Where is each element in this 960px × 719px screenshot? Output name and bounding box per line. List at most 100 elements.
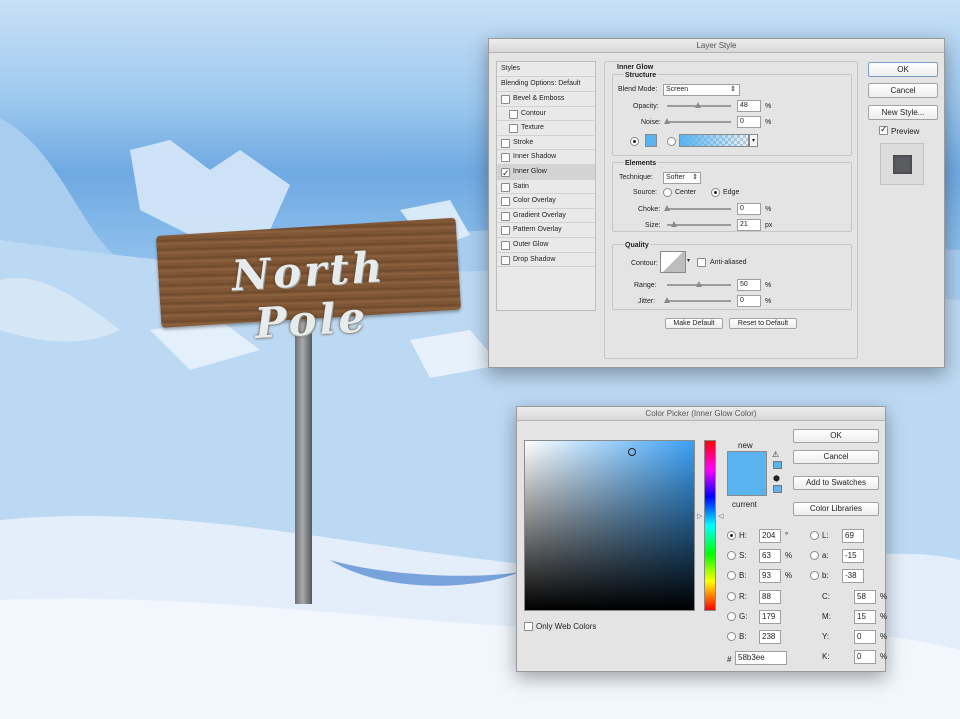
cmyk-c-field[interactable]: 58 (854, 590, 876, 604)
noise-field[interactable]: 0 (737, 116, 761, 128)
color-selector-ring[interactable] (628, 448, 636, 456)
rgb-g-radio[interactable] (727, 612, 736, 621)
rgb-b-radio[interactable] (727, 632, 736, 641)
gamut-swatch[interactable] (773, 461, 782, 469)
ok-button[interactable]: OK (868, 62, 938, 77)
lab-a-field[interactable]: -15 (842, 549, 864, 563)
glow-gradient-swatch[interactable] (679, 134, 749, 147)
gradient-radio[interactable] (667, 137, 676, 146)
preview-checkbox[interactable] (879, 124, 888, 135)
choke-field[interactable]: 0 (737, 203, 761, 215)
hue-slider-right-arrow-icon[interactable]: ◁ (718, 512, 723, 520)
opacity-field[interactable]: 48 (737, 100, 761, 112)
jitter-slider-thumb[interactable] (664, 297, 670, 303)
hsb-b-radio[interactable] (727, 571, 736, 580)
choke-slider-thumb[interactable] (664, 205, 670, 211)
noise-slider-thumb[interactable] (664, 118, 670, 124)
style-item-texture[interactable]: Texture (497, 121, 595, 136)
style-item-contour[interactable]: Contour (497, 107, 595, 122)
make-default-button[interactable]: Make Default (665, 318, 723, 329)
opacity-slider-thumb[interactable] (695, 102, 701, 108)
out-of-gamut-warning-icon[interactable]: ⚠ (772, 450, 779, 459)
color-libraries-button[interactable]: Color Libraries (793, 502, 879, 516)
rgb-r-field[interactable]: 88 (759, 590, 781, 604)
rgb-g-field[interactable]: 179 (759, 610, 781, 624)
style-item-color-overlay[interactable]: Color Overlay (497, 194, 595, 209)
noise-slider[interactable] (664, 118, 731, 124)
lab-b-field[interactable]: -38 (842, 569, 864, 583)
blending-options-item[interactable]: Blending Options: Default (497, 77, 595, 92)
opacity-slider[interactable] (667, 102, 731, 108)
new-style-button[interactable]: New Style... (868, 105, 938, 120)
hsb-s-field[interactable]: 63 (759, 549, 781, 563)
hsb-h-field[interactable]: 204 (759, 529, 781, 543)
range-slider[interactable] (667, 281, 731, 287)
style-item-bevel-emboss[interactable]: Bevel & Emboss (497, 92, 595, 107)
reset-to-default-button[interactable]: Reset to Default (729, 318, 797, 329)
web-safe-swatch[interactable] (773, 485, 782, 493)
style-item-checkbox[interactable] (501, 95, 510, 104)
style-item-inner-shadow[interactable]: Inner Shadow (497, 150, 595, 165)
cmyk-m-field[interactable]: 15 (854, 610, 876, 624)
lab-l-field[interactable]: 69 (842, 529, 864, 543)
blend-mode-select[interactable]: Screen ⇕ (663, 84, 740, 96)
glow-color-swatch[interactable] (645, 134, 657, 147)
cmyk-y-field[interactable]: 0 (854, 630, 876, 644)
lab-a-radio[interactable] (810, 551, 819, 560)
style-item-pattern-overlay[interactable]: Pattern Overlay (497, 223, 595, 238)
style-item-gradient-overlay[interactable]: Gradient Overlay (497, 209, 595, 224)
cancel-button[interactable]: Cancel (868, 83, 938, 98)
rgb-r-radio[interactable] (727, 592, 736, 601)
cancel-button[interactable]: Cancel (793, 450, 879, 464)
style-item-inner-glow[interactable]: Inner Glow (497, 165, 595, 180)
range-field[interactable]: 50 (737, 279, 761, 291)
anti-aliased-checkbox[interactable] (697, 258, 706, 267)
jitter-field[interactable]: 0 (737, 295, 761, 307)
range-slider-thumb[interactable] (696, 281, 702, 287)
hue-slider-left-arrow-icon[interactable]: ▷ (697, 512, 702, 520)
gradient-dropdown-icon[interactable]: ▾ (749, 134, 758, 147)
hsb-h-radio[interactable] (727, 531, 736, 540)
source-center-radio[interactable] (663, 188, 672, 197)
hsb-s-radio[interactable] (727, 551, 736, 560)
solid-color-radio[interactable] (630, 137, 639, 146)
hue-slider[interactable] (704, 440, 716, 611)
hex-field[interactable]: 58b3ee (735, 651, 787, 665)
saturation-brightness-field[interactable] (524, 440, 695, 611)
style-item-drop-shadow[interactable]: Drop Shadow (497, 253, 595, 268)
style-item-checkbox[interactable] (509, 109, 518, 119)
color-picker-titlebar[interactable]: Color Picker (Inner Glow Color) (517, 407, 885, 421)
style-item-checkbox[interactable] (501, 241, 510, 250)
hsb-b-field[interactable]: 93 (759, 569, 781, 583)
style-item-checkbox[interactable] (501, 138, 510, 148)
style-item-checkbox[interactable] (501, 197, 510, 207)
size-slider[interactable] (667, 221, 731, 227)
add-to-swatches-button[interactable]: Add to Swatches (793, 476, 879, 490)
lab-b-radio[interactable] (810, 571, 819, 580)
style-item-stroke[interactable]: Stroke (497, 136, 595, 151)
style-item-checkbox[interactable] (501, 226, 510, 236)
choke-slider[interactable] (664, 205, 731, 211)
only-web-colors-checkbox[interactable] (524, 622, 533, 631)
lab-l-radio[interactable] (810, 531, 819, 540)
style-item-checkbox[interactable] (501, 153, 510, 163)
contour-picker[interactable] (660, 251, 686, 273)
rgb-b-field[interactable]: 238 (759, 630, 781, 644)
size-slider-thumb[interactable] (671, 221, 677, 227)
layer-style-titlebar[interactable]: Layer Style (489, 39, 944, 53)
contour-dropdown-icon[interactable]: ▾ (687, 257, 690, 264)
technique-select[interactable]: Softer ⇕ (663, 172, 701, 184)
style-item-checkbox[interactable] (501, 166, 510, 180)
style-item-checkbox[interactable] (501, 211, 510, 221)
ok-button[interactable]: OK (793, 429, 879, 443)
cmyk-k-field[interactable]: 0 (854, 650, 876, 664)
source-edge-radio[interactable] (711, 188, 720, 197)
style-item-outer-glow[interactable]: Outer Glow (497, 238, 595, 253)
style-item-satin[interactable]: Satin (497, 180, 595, 195)
style-item-checkbox[interactable] (501, 182, 510, 192)
web-safe-cube-icon[interactable]: ⬢ (773, 474, 780, 483)
size-field[interactable]: 21 (737, 219, 761, 231)
style-item-checkbox[interactable] (501, 255, 510, 265)
jitter-slider[interactable] (664, 297, 731, 303)
style-item-checkbox[interactable] (509, 124, 518, 134)
